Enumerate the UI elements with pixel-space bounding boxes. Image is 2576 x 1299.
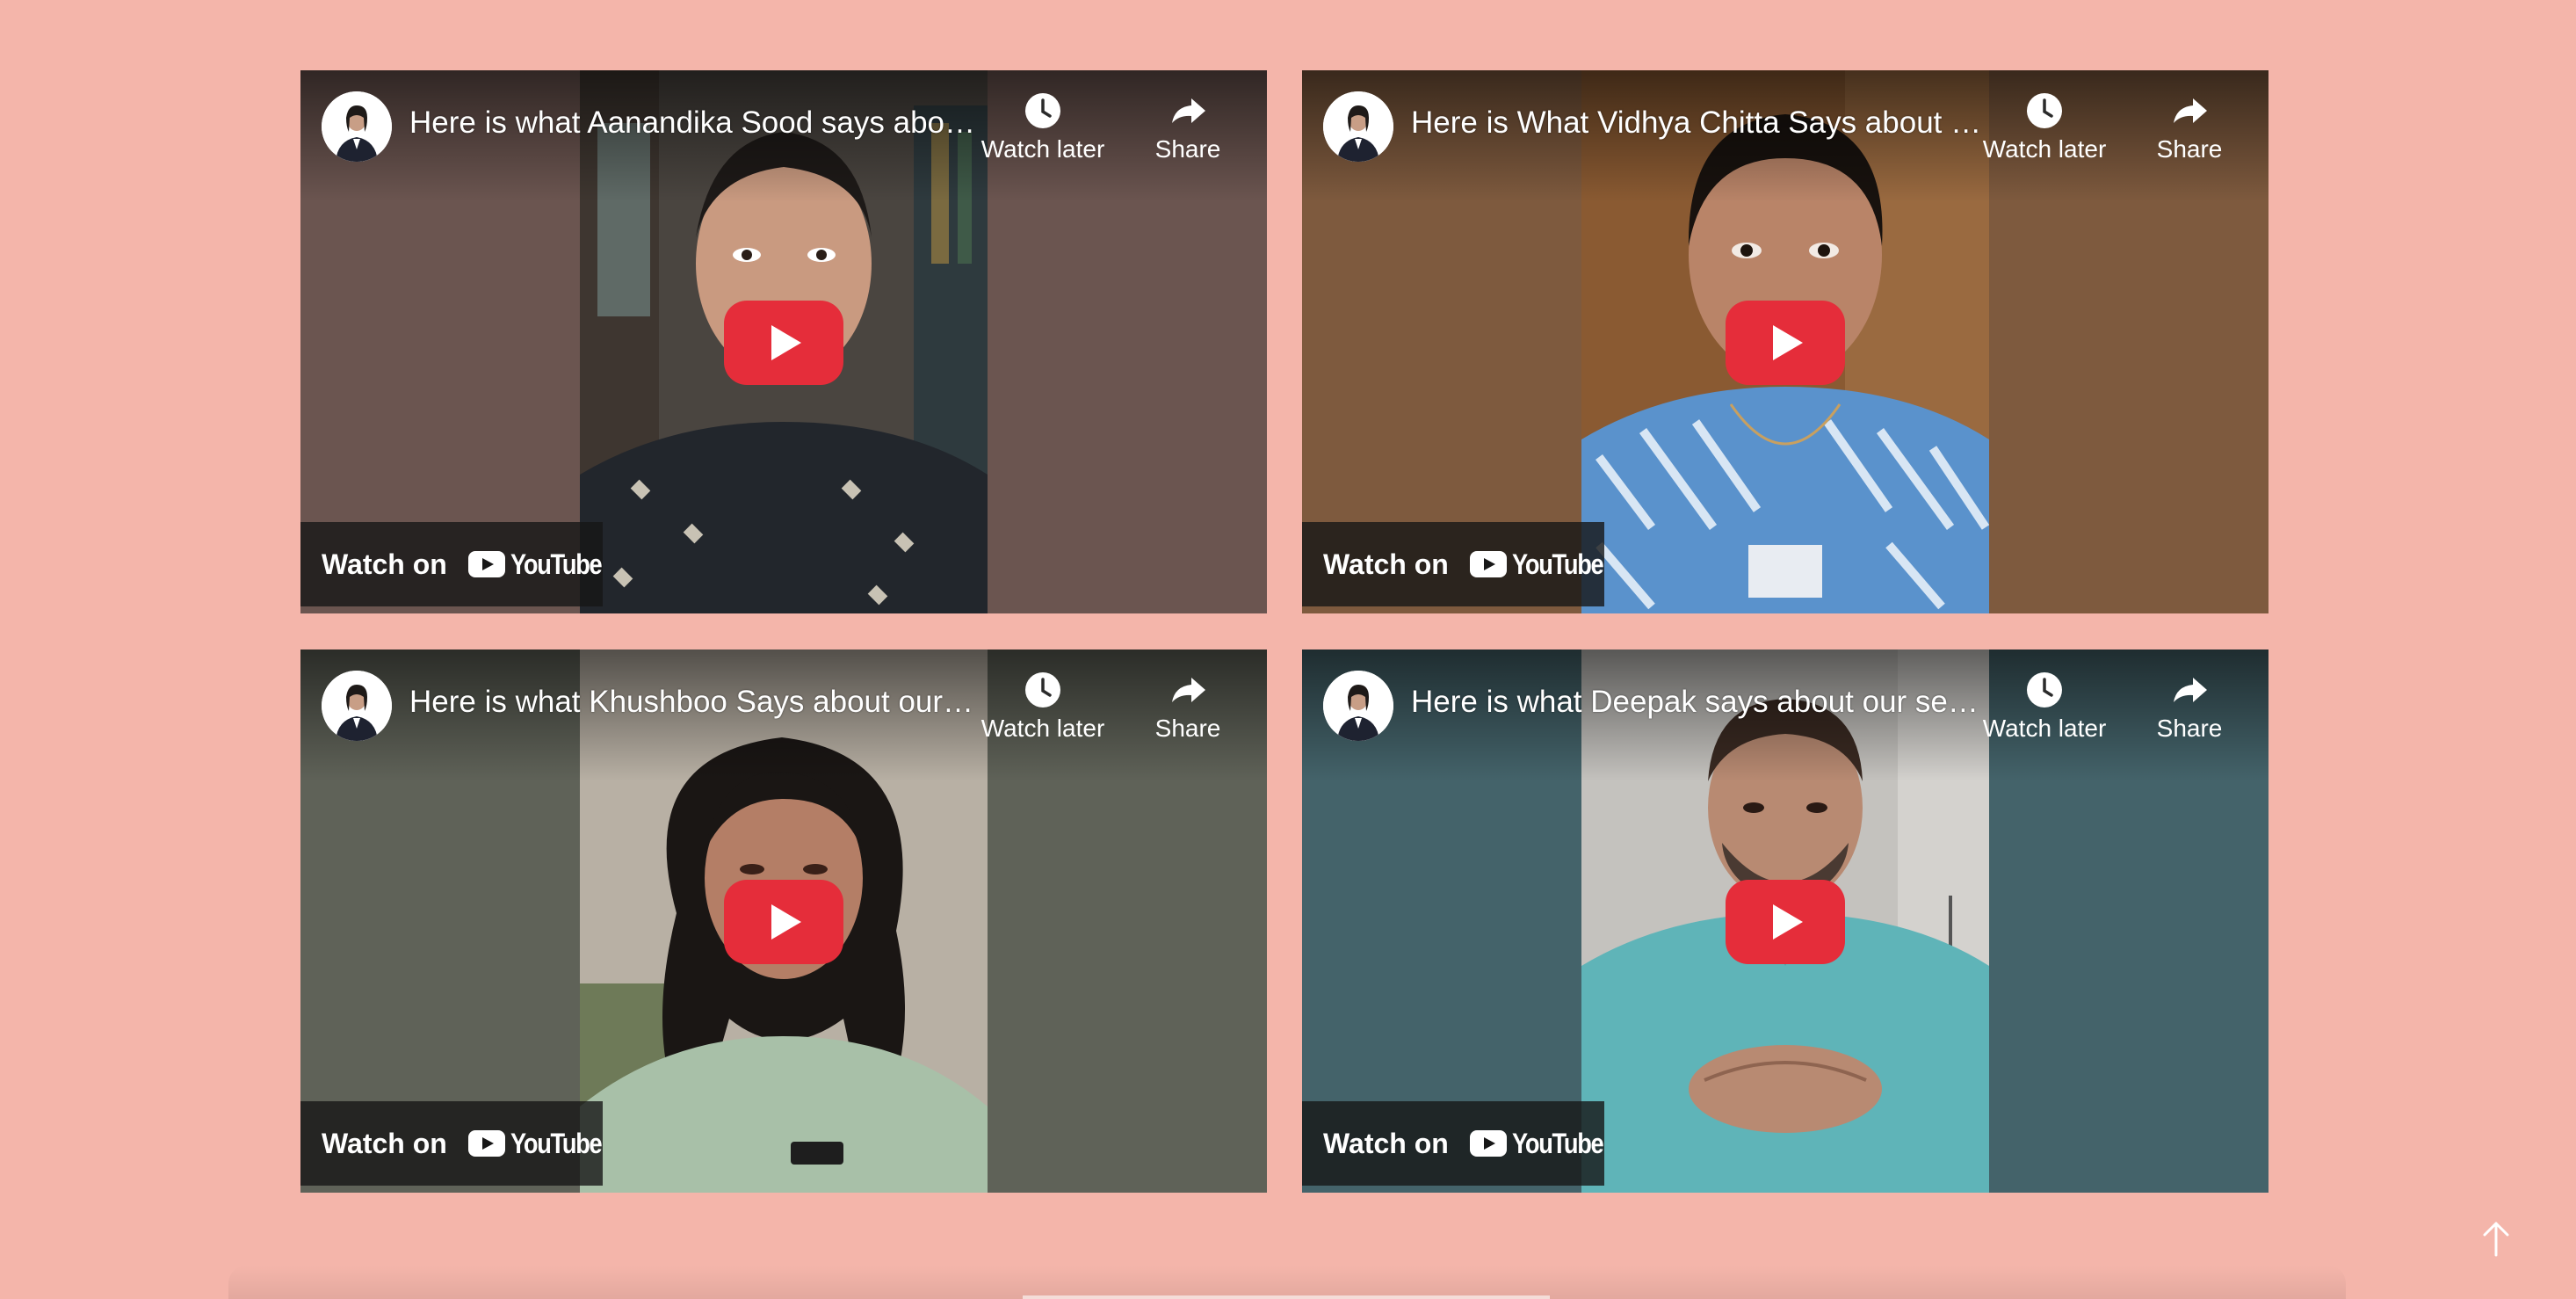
watch-on-label: Watch on [322, 548, 447, 580]
watch-on-label: Watch on [1323, 1127, 1449, 1159]
youtube-logo: YouTube [1469, 1127, 1619, 1160]
share-label: Share [2156, 715, 2223, 742]
watch-later-label: Watch later [980, 135, 1105, 163]
youtube-wordmark: YouTube [1511, 548, 1604, 580]
play-button[interactable] [1726, 301, 1845, 385]
share-label: Share [1154, 715, 1221, 742]
clock-icon [2027, 672, 2062, 708]
watch-later-button[interactable]: Watch later [977, 669, 1109, 743]
channel-avatar[interactable] [322, 671, 392, 741]
clock-icon [1025, 672, 1060, 708]
watch-later-button[interactable]: Watch later [1979, 90, 2110, 163]
play-button[interactable] [724, 880, 843, 964]
youtube-logo: YouTube [1469, 548, 1619, 581]
youtube-logo-icon [467, 1130, 505, 1157]
share-button[interactable]: Share [2128, 90, 2251, 163]
youtube-logo-icon [1469, 1130, 1507, 1157]
watch-later-label: Watch later [1982, 715, 2107, 742]
share-button[interactable]: Share [1126, 669, 1249, 743]
clock-icon [2027, 93, 2062, 128]
youtube-wordmark: YouTube [510, 548, 603, 580]
clock-icon [1025, 93, 1060, 128]
watch-on-label: Watch on [322, 1127, 447, 1159]
watch-on-label: Watch on [1323, 548, 1449, 580]
share-label: Share [2156, 135, 2223, 163]
share-button[interactable]: Share [2128, 669, 2251, 743]
video-title[interactable]: Here is what Khushboo Says about our ser… [409, 685, 980, 720]
video-embed-3[interactable]: Here is what Khushboo Says about our ser… [300, 650, 1267, 1193]
video-embed-2[interactable]: Here is What Vidhya Chitta Says about ou… [1302, 70, 2268, 613]
youtube-logo-icon [467, 551, 505, 577]
play-button[interactable] [724, 301, 843, 385]
footer-edge [1023, 1295, 1550, 1299]
video-title[interactable]: Here is what Aanandika Sood says about o… [409, 105, 980, 141]
play-icon [1726, 301, 1845, 385]
watch-later-button[interactable]: Watch later [977, 90, 1109, 163]
video-embed-1[interactable]: Here is what Aanandika Sood says about o… [300, 70, 1267, 613]
channel-avatar[interactable] [1323, 671, 1393, 741]
youtube-logo-icon [1469, 551, 1507, 577]
play-icon [724, 880, 843, 964]
share-arrow-icon [1172, 678, 1205, 702]
watch-later-button[interactable]: Watch later [1979, 669, 2110, 743]
share-label: Share [1154, 135, 1221, 163]
watch-on-youtube-button[interactable]: Watch on YouTube [300, 1101, 603, 1186]
watch-on-youtube-button[interactable]: Watch on YouTube [1302, 1101, 1604, 1186]
play-button[interactable] [1726, 880, 1845, 964]
arrow-up-icon [2483, 1222, 2509, 1257]
video-embed-4[interactable]: Here is what Deepak says about our servi… [1302, 650, 2268, 1193]
watch-on-youtube-button[interactable]: Watch on YouTube [1302, 522, 1604, 606]
share-button[interactable]: Share [1126, 90, 1249, 163]
watch-later-label: Watch later [980, 715, 1105, 742]
share-arrow-icon [2174, 98, 2207, 123]
youtube-wordmark: YouTube [1511, 1127, 1604, 1159]
youtube-logo: YouTube [467, 548, 618, 581]
youtube-logo: YouTube [467, 1127, 618, 1160]
video-title[interactable]: Here is What Vidhya Chitta Says about ou… [1411, 105, 1982, 141]
share-arrow-icon [2174, 678, 2207, 702]
video-title[interactable]: Here is what Deepak says about our servi… [1411, 685, 1982, 720]
page: Here is what Aanandika Sood says about o… [0, 0, 2576, 1299]
watch-later-label: Watch later [1982, 135, 2107, 163]
footer-shadow [228, 1266, 2346, 1299]
play-icon [724, 301, 843, 385]
watch-on-youtube-button[interactable]: Watch on YouTube [300, 522, 603, 606]
channel-avatar[interactable] [1323, 91, 1393, 162]
scroll-to-top-button[interactable] [2474, 1216, 2518, 1260]
youtube-wordmark: YouTube [510, 1127, 603, 1159]
play-icon [1726, 880, 1845, 964]
share-arrow-icon [1172, 98, 1205, 123]
channel-avatar[interactable] [322, 91, 392, 162]
video-grid: Here is what Aanandika Sood says about o… [300, 70, 2268, 1193]
